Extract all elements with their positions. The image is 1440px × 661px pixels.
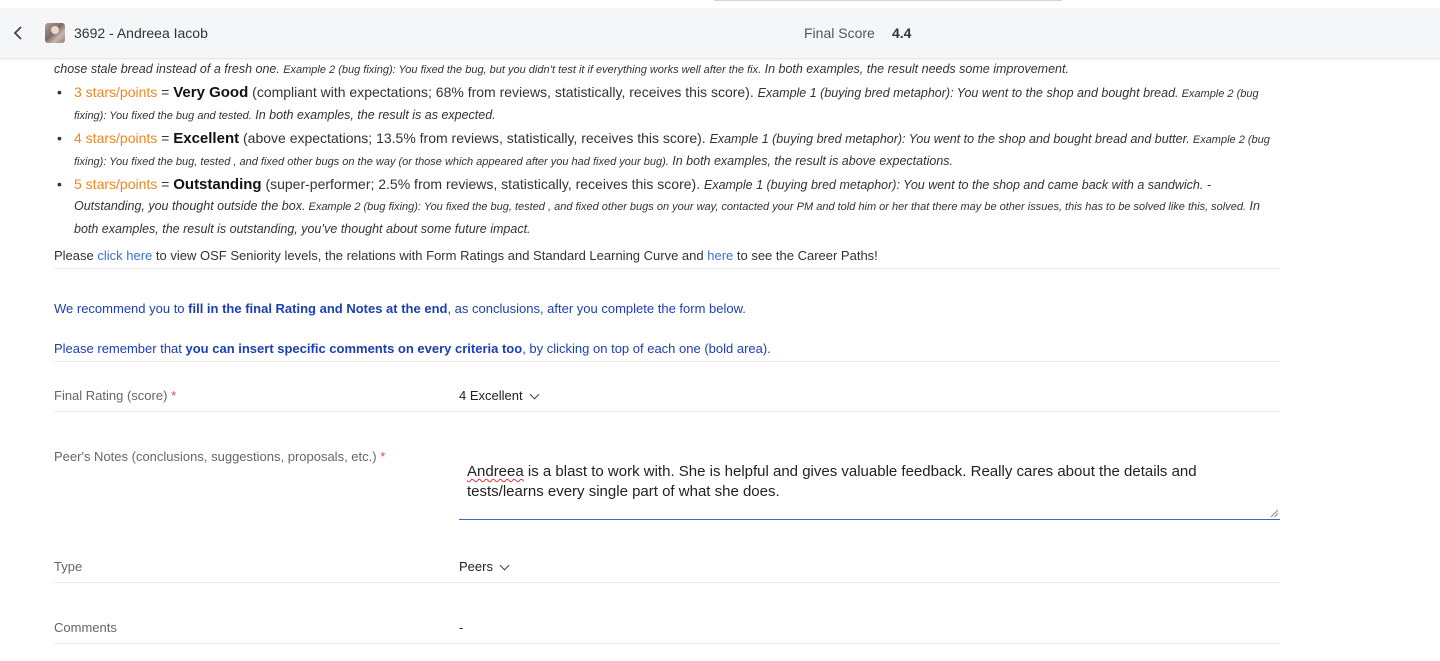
career-paths-link[interactable]: here [707,248,733,263]
notes-textarea[interactable]: Andreea is a blast to work with. She is … [459,453,1280,520]
example-text: Example 1 (buying bred metaphor): You we… [757,85,1179,100]
seniority-levels-link[interactable]: click here [97,248,152,263]
type-value: Peers [459,559,493,574]
example-text: In both examples, the result is as expec… [251,108,496,122]
chevron-down-icon [529,389,540,400]
final-rating-label: Final Rating (score) * [54,388,176,403]
field-label-text: Final Rating (score) [54,388,168,403]
note-bold-text: fill in the final Rating and Notes at th… [188,301,448,316]
rating-item-5: • 5 stars/points = Outstanding (super-pe… [54,174,1280,241]
grade-label: Outstanding [173,175,262,193]
rating-item-3: • 3 stars/points = Very Good (compliant … [54,82,1280,128]
grade-label: Very Good [173,83,249,101]
paragraph-text: Please [54,248,98,263]
note-bold-text: you can insert specific comments on ever… [185,341,523,356]
bullet-icon: • [57,129,62,146]
page-header: 3692 - Andreea Iacob Final Score 4.4 [0,8,1440,59]
comments-label: Comments [54,620,117,635]
final-rating-row: Final Rating (score) * 4 Excellent [54,386,1280,412]
note-text: Please remember that [54,341,186,356]
description-line: chose stale bread instead of a fresh one… [54,59,1280,82]
final-score-value: 4.4 [892,25,912,41]
stars-label: 3 stars/points [74,83,158,100]
final-rating-select[interactable]: 4 Excellent [459,388,540,403]
example-text: chose stale bread instead of a fresh one… [54,62,280,76]
equals-text: = [157,83,174,100]
note-text: We recommend you to [54,301,189,316]
note-text: , as conclusions, after you complete the… [447,301,746,316]
equals-text: = [157,175,174,192]
form-description: chose stale bread instead of a fresh one… [54,59,1280,362]
equals-text: = [157,129,174,146]
example-text: Example 1 (buying bred metaphor): You we… [709,131,1190,146]
field-label-text: Peer's Notes (conclusions, suggestions, … [54,449,377,464]
example-text: In both examples, the result is above ex… [668,154,953,168]
note-text: , by clicking on top of each one (bold a… [522,341,771,356]
paragraph-text: to see the Career Paths! [733,248,878,263]
browser-top-strip [0,0,1440,8]
rating-scale-description: chose stale bread instead of a fresh one… [54,59,1280,240]
type-row: Type Peers [54,557,1280,583]
type-label: Type [54,559,83,574]
grade-detail: (compliant with expectations; 68% from r… [248,83,758,100]
grade-detail: (above expectations; 13.5% from reviews,… [239,129,710,146]
example-text: Example 2 (bug fixing): You fixed the bu… [305,201,1247,213]
bullet-icon: • [57,175,62,192]
grade-detail: (super-performer; 2.5% from reviews, sta… [261,175,704,192]
example-text: In both examples, the result needs some … [761,62,1069,76]
required-marker: * [380,449,386,464]
rating-item-4: • 4 stars/points = Excellent (above expe… [54,128,1280,174]
comments-value: - [459,620,464,635]
avatar [45,23,65,43]
grade-label: Excellent [173,129,240,147]
notes-name-text: Andreea [467,463,524,480]
back-arrow-icon[interactable] [10,22,28,44]
notes-label: Peer's Notes (conclusions, suggestions, … [54,449,385,464]
required-marker: * [171,388,177,403]
page-title: 3692 - Andreea Iacob [74,25,208,41]
final-score-label: Final Score [804,25,875,41]
recommendation-note: We recommend you to fill in the final Ra… [54,299,1280,319]
stars-label: 5 stars/points [74,175,158,192]
tab-edge [714,0,1062,1]
type-select[interactable]: Peers [459,559,510,574]
seniority-links-paragraph: Please click here to view OSF Seniority … [54,246,1280,269]
final-rating-value: 4 Excellent [459,388,523,403]
stars-label: 4 stars/points [74,129,158,146]
comments-row: Comments - [54,618,1280,644]
example-text: Example 2 (bug fixing): You fixed the bu… [283,64,762,76]
notes-row: Peer's Notes (conclusions, suggestions, … [54,449,1280,521]
bullet-icon: • [57,83,62,100]
paragraph-text: to view OSF Seniority levels, the relati… [152,248,708,263]
reminder-note: Please remember that you can insert spec… [54,339,1280,362]
chevron-down-icon [499,560,510,571]
resize-handle-icon[interactable] [1270,509,1279,518]
notes-text: is a blast to work with. She is helpful … [467,463,1197,500]
